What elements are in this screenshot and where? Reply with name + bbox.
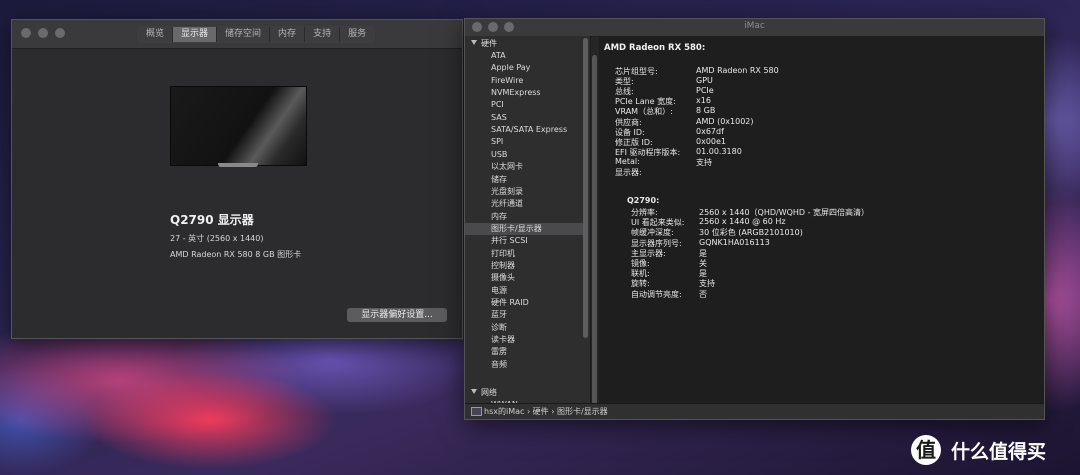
sidebar-item[interactable]: 并行 SCSI bbox=[465, 235, 583, 247]
sidebar-item[interactable]: USB bbox=[465, 149, 583, 161]
sidebar-item[interactable]: SAS bbox=[465, 112, 583, 124]
minimize-button[interactable] bbox=[38, 28, 48, 38]
field-key: 自动调节亮度: bbox=[631, 289, 682, 299]
graphics-card: AMD Radeon RX 580 8 GB 图形卡 bbox=[170, 250, 302, 259]
sidebar-item[interactable]: ATA bbox=[465, 50, 583, 62]
sidebar-group-hardware[interactable]: 硬件 bbox=[471, 38, 497, 49]
sidebar-item[interactable]: 内存 bbox=[465, 211, 583, 223]
sidebar-item[interactable]: Apple Pay bbox=[465, 62, 583, 74]
sidebar-item[interactable]: 控制器 bbox=[465, 260, 583, 272]
field-value: 0x00e1 bbox=[696, 136, 727, 146]
field-value: PCIe bbox=[696, 86, 714, 96]
field-value: x16 bbox=[696, 96, 711, 106]
detail-pane: AMD Radeon RX 580: 芯片组型号: AMD Radeon RX 5… bbox=[592, 36, 1044, 415]
sidebar-item[interactable]: NVMExpress bbox=[465, 87, 583, 99]
watermark-text: 什么值得买 bbox=[951, 441, 1047, 463]
field-value: 2560 x 1440 @ 60 Hz bbox=[699, 217, 786, 227]
field-value: 8 GB bbox=[696, 106, 716, 116]
sidebar-item[interactable]: FireWire bbox=[465, 75, 583, 87]
sidebar-group-network[interactable]: 网络 bbox=[471, 387, 497, 398]
display-size: 27 - 英寸 (2560 x 1440) bbox=[170, 234, 264, 243]
field-value: 01.00.3180 bbox=[696, 146, 742, 156]
sidebar: 硬件 ATA Apple Pay FireWire NVMExpress PCI SAS S… bbox=[465, 36, 590, 404]
scrollbar-thumb[interactable] bbox=[583, 38, 588, 338]
sidebar-group-label: 网络 bbox=[481, 388, 497, 397]
window-title: iMac bbox=[744, 21, 765, 31]
sidebar-item[interactable]: PCI bbox=[465, 99, 583, 111]
sidebar-item[interactable]: SPI bbox=[465, 136, 583, 148]
field-key: 显示器: bbox=[615, 168, 642, 177]
watermark-logo-icon: 值 bbox=[911, 435, 941, 465]
system-information-window: iMac 硬件 ATA Apple Pay FireWire NVMExpress PC… bbox=[464, 18, 1045, 420]
display-name: Q2790 显示器 bbox=[170, 213, 254, 227]
sysinfo-titlebar: iMac bbox=[465, 19, 1044, 37]
sidebar-group-label: 硬件 bbox=[481, 39, 497, 48]
sidebar-item[interactable]: 诊断 bbox=[465, 322, 583, 334]
sidebar-item[interactable]: 光纤通道 bbox=[465, 198, 583, 210]
tab-support[interactable]: 支持 bbox=[305, 27, 341, 42]
field-value: GPU bbox=[696, 76, 713, 86]
sidebar-item[interactable]: 储存 bbox=[465, 174, 583, 186]
scrollbar-thumb[interactable] bbox=[592, 55, 597, 415]
sidebar-item[interactable]: 音频 bbox=[465, 359, 583, 371]
tab-memory[interactable]: 内存 bbox=[270, 27, 306, 42]
sidebar-item[interactable]: 图形卡/显示器 bbox=[465, 222, 583, 235]
sidebar-item[interactable]: 摄像头 bbox=[465, 272, 583, 284]
about-tabs: 概览 显示器 储存空间 内存 支持 服务 bbox=[137, 26, 376, 43]
field-value: 0x67df bbox=[696, 126, 724, 136]
computer-icon bbox=[471, 407, 482, 416]
display-preferences-button[interactable]: 显示器偏好设置... bbox=[347, 308, 447, 322]
field-value: 否 bbox=[699, 289, 707, 299]
sidebar-item[interactable]: 雷雳 bbox=[465, 346, 583, 358]
field-value: AMD (0x1002) bbox=[696, 116, 754, 126]
field-value: 支持 bbox=[696, 157, 712, 167]
field-value: AMD Radeon RX 580 bbox=[696, 66, 779, 75]
sidebar-item[interactable]: 以太网卡 bbox=[465, 161, 583, 173]
display-image bbox=[170, 86, 307, 168]
field-value: GQNK1HA016113 bbox=[699, 237, 770, 247]
about-titlebar: 概览 显示器 储存空间 内存 支持 服务 bbox=[12, 20, 462, 49]
path-bar: hsx的iMac › 硬件 › 图形卡/显示器 bbox=[465, 403, 1044, 419]
display-stand bbox=[218, 163, 258, 167]
sidebar-item[interactable]: 硬件 RAID bbox=[465, 297, 583, 309]
close-button[interactable] bbox=[21, 28, 31, 38]
sidebar-scrollbar[interactable] bbox=[583, 38, 589, 408]
detail-scrollbar[interactable] bbox=[591, 53, 599, 421]
field-key: Metal: bbox=[615, 156, 640, 166]
tab-service[interactable]: 服务 bbox=[340, 27, 375, 42]
zoom-button[interactable] bbox=[55, 28, 65, 38]
tab-displays[interactable]: 显示器 bbox=[173, 27, 218, 42]
sidebar-item[interactable]: 打印机 bbox=[465, 248, 583, 260]
sidebar-item[interactable]: 光盘刻录 bbox=[465, 186, 583, 198]
display-screen bbox=[170, 86, 307, 166]
gpu-heading: AMD Radeon RX 580: bbox=[604, 43, 706, 53]
tab-storage[interactable]: 储存空间 bbox=[217, 27, 271, 42]
about-this-mac-window: 概览 显示器 储存空间 内存 支持 服务 Q2790 显示器 27 - 英寸 (… bbox=[11, 19, 463, 339]
disclosure-triangle-icon[interactable] bbox=[471, 40, 477, 45]
sidebar-item[interactable]: 蓝牙 bbox=[465, 309, 583, 321]
breadcrumb[interactable]: hsx的iMac › 硬件 › 图形卡/显示器 bbox=[484, 406, 608, 417]
sidebar-item[interactable]: SATA/SATA Express bbox=[465, 124, 583, 136]
sidebar-item[interactable]: 读卡器 bbox=[465, 334, 583, 346]
monitor-heading: Q2790: bbox=[627, 196, 660, 205]
sidebar-item[interactable]: 电源 bbox=[465, 285, 583, 297]
tab-overview[interactable]: 概览 bbox=[138, 27, 174, 42]
disclosure-triangle-icon[interactable] bbox=[471, 389, 477, 394]
